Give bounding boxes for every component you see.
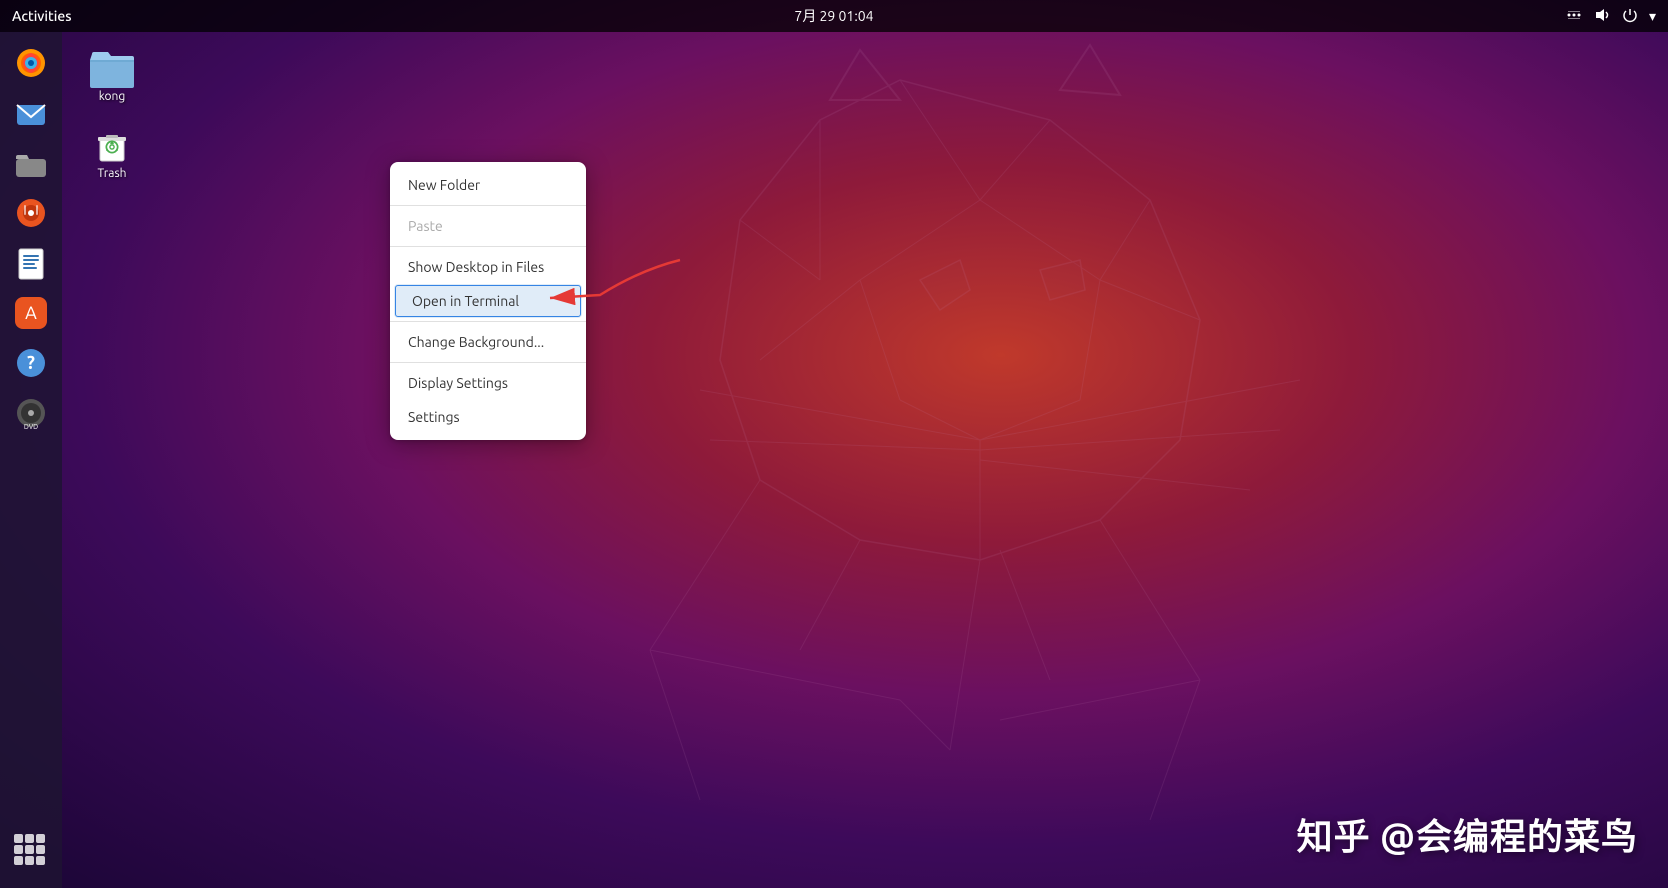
network-icon[interactable] [1565, 6, 1583, 27]
menu-item-settings[interactable]: Settings [390, 400, 586, 434]
power-icon[interactable] [1621, 6, 1639, 27]
svg-text:?: ? [27, 353, 35, 373]
svg-text:A: A [25, 303, 37, 323]
rhythmbox-icon [13, 195, 49, 231]
topbar: Activities 7月 29 01:04 ▾ [0, 0, 1668, 32]
datetime-display: 7月 29 01:04 [794, 6, 873, 26]
dock-item-files[interactable] [8, 140, 54, 186]
context-menu: New Folder Paste Show Desktop in Files O… [390, 162, 586, 440]
dvd-icon: DVD [13, 395, 49, 431]
folder-icon [88, 46, 136, 90]
menu-separator-3 [390, 321, 586, 322]
trash-icon [88, 119, 136, 167]
desktop-icon-trash[interactable]: Trash [72, 115, 152, 184]
topbar-right-icons: ▾ [1565, 6, 1656, 27]
cat-decoration [0, 0, 1668, 888]
volume-icon[interactable] [1593, 6, 1611, 27]
watermark: 知乎 @会编程的菜鸟 [1297, 808, 1638, 860]
activities-button[interactable]: Activities [12, 8, 72, 24]
menu-separator-1 [390, 205, 586, 206]
files-icon [13, 145, 49, 181]
menu-item-display-settings[interactable]: Display Settings [390, 366, 586, 400]
apps-grid-icon [14, 834, 48, 868]
show-applications-button[interactable] [8, 834, 54, 880]
trash-icon-label: Trash [97, 167, 126, 180]
dock-item-rhythmbox[interactable] [8, 190, 54, 236]
menu-separator-2 [390, 246, 586, 247]
desktop-icon-kong[interactable]: kong [72, 42, 152, 107]
menu-item-change-background[interactable]: Change Background... [390, 325, 586, 359]
appstore-icon: A [13, 295, 49, 331]
dock: A ? DVD [0, 32, 62, 888]
kong-icon-label: kong [99, 90, 126, 103]
help-icon: ? [13, 345, 49, 381]
menu-item-paste: Paste [390, 209, 586, 243]
dock-item-appstore[interactable]: A [8, 290, 54, 336]
dock-item-email[interactable] [8, 90, 54, 136]
menu-item-open-terminal[interactable]: Open in Terminal [394, 284, 582, 318]
menu-item-show-desktop[interactable]: Show Desktop in Files [390, 250, 586, 284]
system-menu-icon[interactable]: ▾ [1649, 8, 1656, 25]
firefox-icon [13, 45, 49, 81]
desktop-icons: kong Trash [72, 42, 152, 192]
dock-item-help[interactable]: ? [8, 340, 54, 386]
writer-icon [13, 245, 49, 281]
dock-item-dvd[interactable]: DVD [8, 390, 54, 436]
menu-item-new-folder[interactable]: New Folder [390, 168, 586, 202]
svg-text:DVD: DVD [24, 423, 38, 431]
menu-separator-4 [390, 362, 586, 363]
dock-item-firefox[interactable] [8, 40, 54, 86]
dock-item-writer[interactable] [8, 240, 54, 286]
desktop-background [0, 0, 1668, 888]
email-icon [13, 95, 49, 131]
